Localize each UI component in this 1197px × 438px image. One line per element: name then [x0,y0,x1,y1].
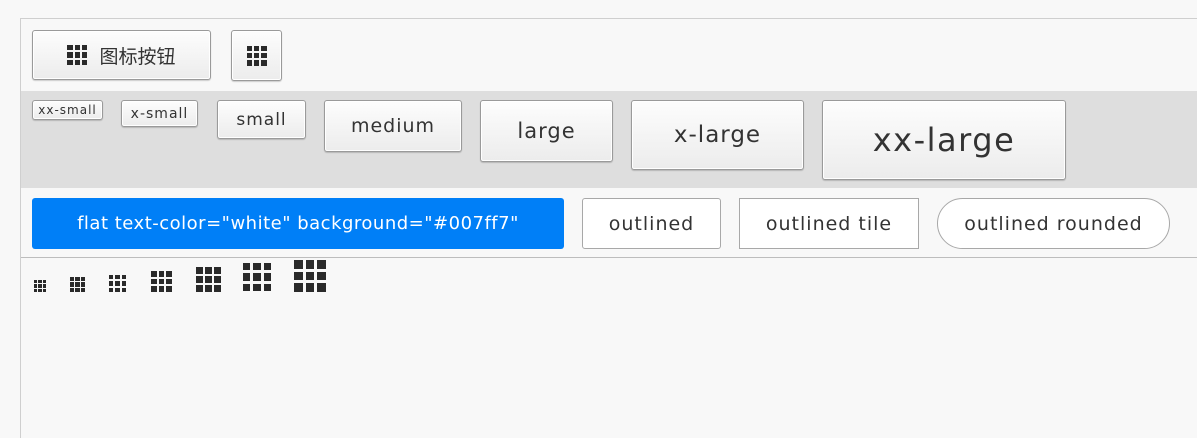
icon-only-button[interactable] [231,30,282,81]
grid-icon [294,260,326,292]
button-variants-row: flat text-color="white" background="#007… [21,188,1197,258]
small-button[interactable]: small [217,100,306,139]
icon-sizes-row [21,258,1197,318]
xx-small-button[interactable]: xx-small [32,100,103,120]
grid-icon [196,267,221,292]
grid-icon [246,45,267,66]
grid-icon [243,263,271,291]
grid-icon [70,277,85,292]
xx-large-button[interactable]: xx-large [822,100,1066,180]
large-button[interactable]: large [480,100,613,162]
demo-panel: 图标按钮 xx-small x-small small medium large… [20,18,1197,438]
icon-buttons-row: 图标按钮 [21,19,1197,91]
icon-text-button-label: 图标按钮 [99,45,176,68]
grid-icon [151,271,172,292]
grid-icon [109,275,126,292]
icon-text-button[interactable]: 图标按钮 [32,30,211,80]
button-sizes-row: xx-small x-small small medium large x-la… [21,91,1197,188]
flat-blue-button[interactable]: flat text-color="white" background="#007… [32,198,564,249]
outlined-rounded-button[interactable]: outlined rounded [937,198,1170,249]
grid-icon [67,45,88,65]
grid-icon [34,280,46,292]
x-large-button[interactable]: x-large [631,100,804,170]
outlined-button[interactable]: outlined [582,198,721,249]
x-small-button[interactable]: x-small [121,100,198,127]
outlined-tile-button[interactable]: outlined tile [739,198,919,249]
medium-button[interactable]: medium [324,100,462,152]
